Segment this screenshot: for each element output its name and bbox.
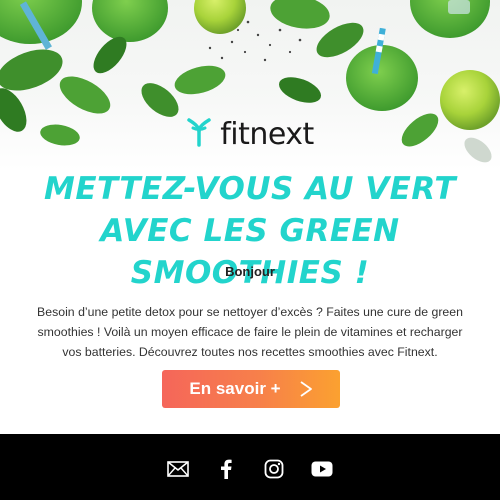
headline-line-2: AVEC LES GREEN SMOOTHIES ! — [100, 213, 400, 291]
youtube-icon[interactable] — [311, 458, 333, 480]
mail-icon[interactable] — [167, 458, 189, 480]
brand-name: fitnext — [220, 116, 314, 152]
en-savoir-plus-button[interactable]: En savoir + — [162, 370, 340, 408]
headline-line-1: METTEZ-VOUS AU VERT — [44, 171, 456, 207]
chevron-right-icon — [299, 381, 313, 397]
footer — [0, 434, 500, 500]
facebook-icon[interactable] — [215, 458, 237, 480]
greeting: Bonjour — [225, 264, 275, 279]
intro-paragraph: Besoin d’une petite detox pour se nettoy… — [37, 305, 463, 359]
cta-label: En savoir + — [189, 379, 281, 398]
fitnext-logo-icon — [186, 117, 212, 152]
instagram-icon[interactable] — [263, 458, 285, 480]
brand-logo: fitnext — [0, 114, 500, 154]
